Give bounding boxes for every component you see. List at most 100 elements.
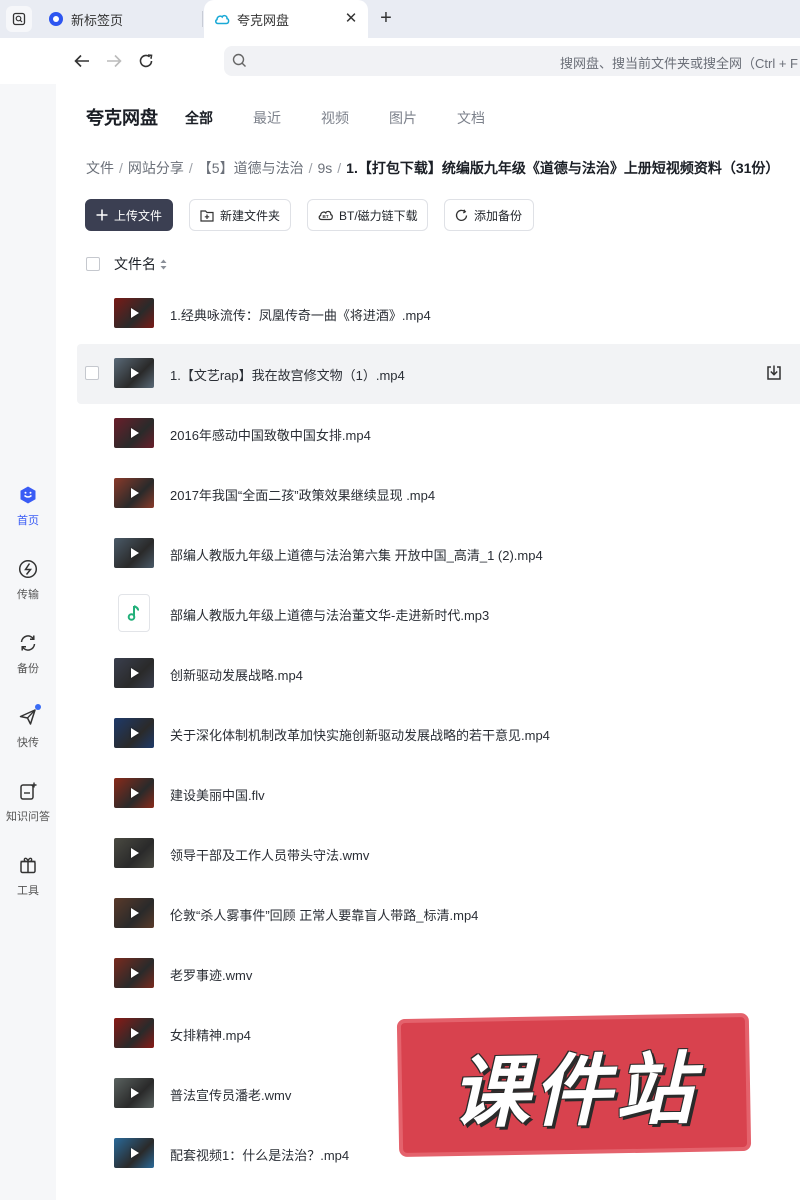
home-icon: [17, 484, 39, 506]
file-row[interactable]: 建设美丽中国.flv: [77, 764, 800, 824]
file-row[interactable]: 领导干部及工作人员带头守法.wmv: [77, 824, 800, 884]
watermark-text: 课件站: [450, 1044, 698, 1140]
reload-icon: [139, 54, 153, 68]
sidebar-item-tools[interactable]: 工具: [0, 854, 56, 898]
file-row[interactable]: 2016年感动中国致敬中国女排.mp4: [77, 404, 800, 464]
play-icon: [131, 308, 139, 318]
file-name: 部编人教版九年级上道德与法治董文华-走进新时代.mp3: [170, 608, 490, 623]
quick-send-icon: [17, 704, 41, 728]
new-folder-button[interactable]: 新建文件夹: [189, 199, 291, 231]
tab-video[interactable]: 视频: [321, 108, 349, 128]
tab-all[interactable]: 全部: [185, 108, 213, 128]
play-icon: [131, 548, 139, 558]
cloud-drive-icon: [214, 11, 230, 27]
row-checkbox[interactable]: [85, 366, 99, 380]
address-search-input[interactable]: 搜网盘、搜当前文件夹或搜全网（Ctrl + F: [224, 46, 800, 76]
add-backup-label: 添加备份: [474, 208, 523, 223]
file-row[interactable]: 老罗事迹.wmv: [77, 944, 800, 1004]
select-all-checkbox[interactable]: [86, 257, 100, 271]
file-list-header: 文件名: [86, 254, 167, 274]
tab-images[interactable]: 图片: [389, 108, 417, 128]
play-icon: [131, 428, 139, 438]
sidebar-item-home[interactable]: 首页: [0, 484, 56, 528]
upload-file-button[interactable]: 上传文件: [85, 199, 173, 231]
video-thumbnail: [114, 778, 154, 808]
arrow-right-icon: [107, 54, 122, 68]
transfer-icon: [17, 558, 39, 580]
file-name: 女排精神.mp4: [170, 1028, 251, 1043]
breadcrumb-separator: /: [188, 160, 193, 176]
refresh-backup-icon: [455, 208, 468, 222]
file-name: 1.经典咏流传：凤凰传奇一曲《将进酒》.mp4: [170, 308, 431, 323]
reload-button[interactable]: [134, 49, 158, 73]
tab-documents[interactable]: 文档: [457, 108, 485, 128]
tab-recent[interactable]: 最近: [253, 108, 281, 128]
file-row[interactable]: 2017年我国“全面二孩”政策效果继续显现 .mp4: [77, 464, 800, 524]
search-icon: [232, 53, 247, 73]
file-row[interactable]: 伦敦“杀人雾事件”回顾 正常人要靠盲人带路_标清.mp4: [77, 884, 800, 944]
page-brand-title: 夸克网盘: [86, 108, 158, 128]
play-icon: [131, 788, 139, 798]
backup-icon: [17, 632, 39, 654]
breadcrumb-item[interactable]: 网站分享: [128, 160, 184, 176]
file-row[interactable]: 1.经典咏流传：凤凰传奇一曲《将进酒》.mp4: [77, 284, 800, 344]
video-thumbnail: [114, 1018, 154, 1048]
new-tab-button[interactable]: +: [374, 7, 398, 31]
breadcrumb-separator: /: [337, 160, 342, 176]
address-placeholder: 搜网盘、搜当前文件夹或搜全网（Ctrl + F: [560, 56, 798, 71]
breadcrumb-item[interactable]: 文件: [86, 160, 114, 176]
tab-close-icon[interactable]: ✕: [342, 10, 360, 28]
file-row[interactable]: 关于深化体制机制改革加快实施创新驱动发展战略的若干意见.mp4: [77, 704, 800, 764]
play-icon: [131, 668, 139, 678]
tab-divider: [202, 11, 203, 27]
toolbox-icon: [17, 854, 39, 876]
sort-icon[interactable]: [160, 259, 167, 270]
video-thumbnail: [114, 298, 154, 328]
sidebar-item-quick-send[interactable]: 快传: [0, 704, 56, 750]
svg-text:BT: BT: [323, 214, 329, 219]
sidebar-item-label: 工具: [17, 885, 39, 897]
tab-quark-drive[interactable]: 夸克网盘 ✕: [204, 0, 368, 38]
file-row[interactable]: 部编人教版九年级上道德与法治董文华-走进新时代.mp3: [77, 584, 800, 644]
bt-magnet-download-button[interactable]: BT BT/磁力链下载: [307, 199, 428, 231]
watermark-stamp: 课件站: [400, 1017, 748, 1153]
breadcrumb-current: 1.【打包下载】统编版九年级《道德与法治》上册短视频资料（31份）: [346, 160, 780, 176]
tab-search-button[interactable]: [6, 6, 32, 32]
arrow-left-icon: [74, 54, 89, 68]
file-name: 领导干部及工作人员带头守法.wmv: [170, 848, 370, 863]
tab-new-tab[interactable]: 新标签页: [40, 0, 200, 38]
video-thumbnail: [114, 838, 154, 868]
new-folder-icon: [200, 209, 214, 222]
download-icon[interactable]: [763, 362, 785, 384]
play-icon: [131, 1088, 139, 1098]
play-icon: [131, 908, 139, 918]
file-row[interactable]: 1.【文艺rap】我在故宫修文物（1）.mp4: [77, 344, 800, 404]
file-name: 伦敦“杀人雾事件”回顾 正常人要靠盲人带路_标清.mp4: [170, 908, 479, 923]
navigation-bar: 搜网盘、搜当前文件夹或搜全网（Ctrl + F: [0, 38, 800, 84]
play-icon: [131, 968, 139, 978]
sidebar-item-transfer[interactable]: 传输: [0, 558, 56, 602]
sidebar-item-knowledge-qa[interactable]: 知识问答: [0, 780, 56, 824]
plus-icon: [96, 209, 108, 221]
breadcrumb-item[interactable]: 9s: [317, 160, 332, 176]
play-icon: [131, 1028, 139, 1038]
column-filename-header[interactable]: 文件名: [114, 254, 156, 274]
video-thumbnail: [114, 1138, 154, 1168]
file-row[interactable]: 创新驱动发展战略.mp4: [77, 644, 800, 704]
breadcrumb-separator: /: [308, 160, 313, 176]
play-icon: [131, 848, 139, 858]
file-row[interactable]: 部编人教版九年级上道德与法治第六集 开放中国_高清_1 (2).mp4: [77, 524, 800, 584]
notification-dot: [35, 704, 41, 710]
video-thumbnail: [114, 898, 154, 928]
sidebar-item-backup[interactable]: 备份: [0, 632, 56, 676]
file-name: 2017年我国“全面二孩”政策效果继续显现 .mp4: [170, 488, 436, 503]
breadcrumb-item[interactable]: 【5】道德与法治: [198, 160, 304, 176]
sidebar-item-label: 首页: [17, 515, 39, 527]
back-button[interactable]: [70, 49, 94, 73]
add-backup-button[interactable]: 添加备份: [444, 199, 534, 231]
forward-button[interactable]: [102, 49, 126, 73]
tab-search-icon: [12, 12, 26, 26]
knowledge-qa-icon: [17, 780, 39, 802]
play-icon: [131, 728, 139, 738]
file-name: 老罗事迹.wmv: [170, 968, 253, 983]
